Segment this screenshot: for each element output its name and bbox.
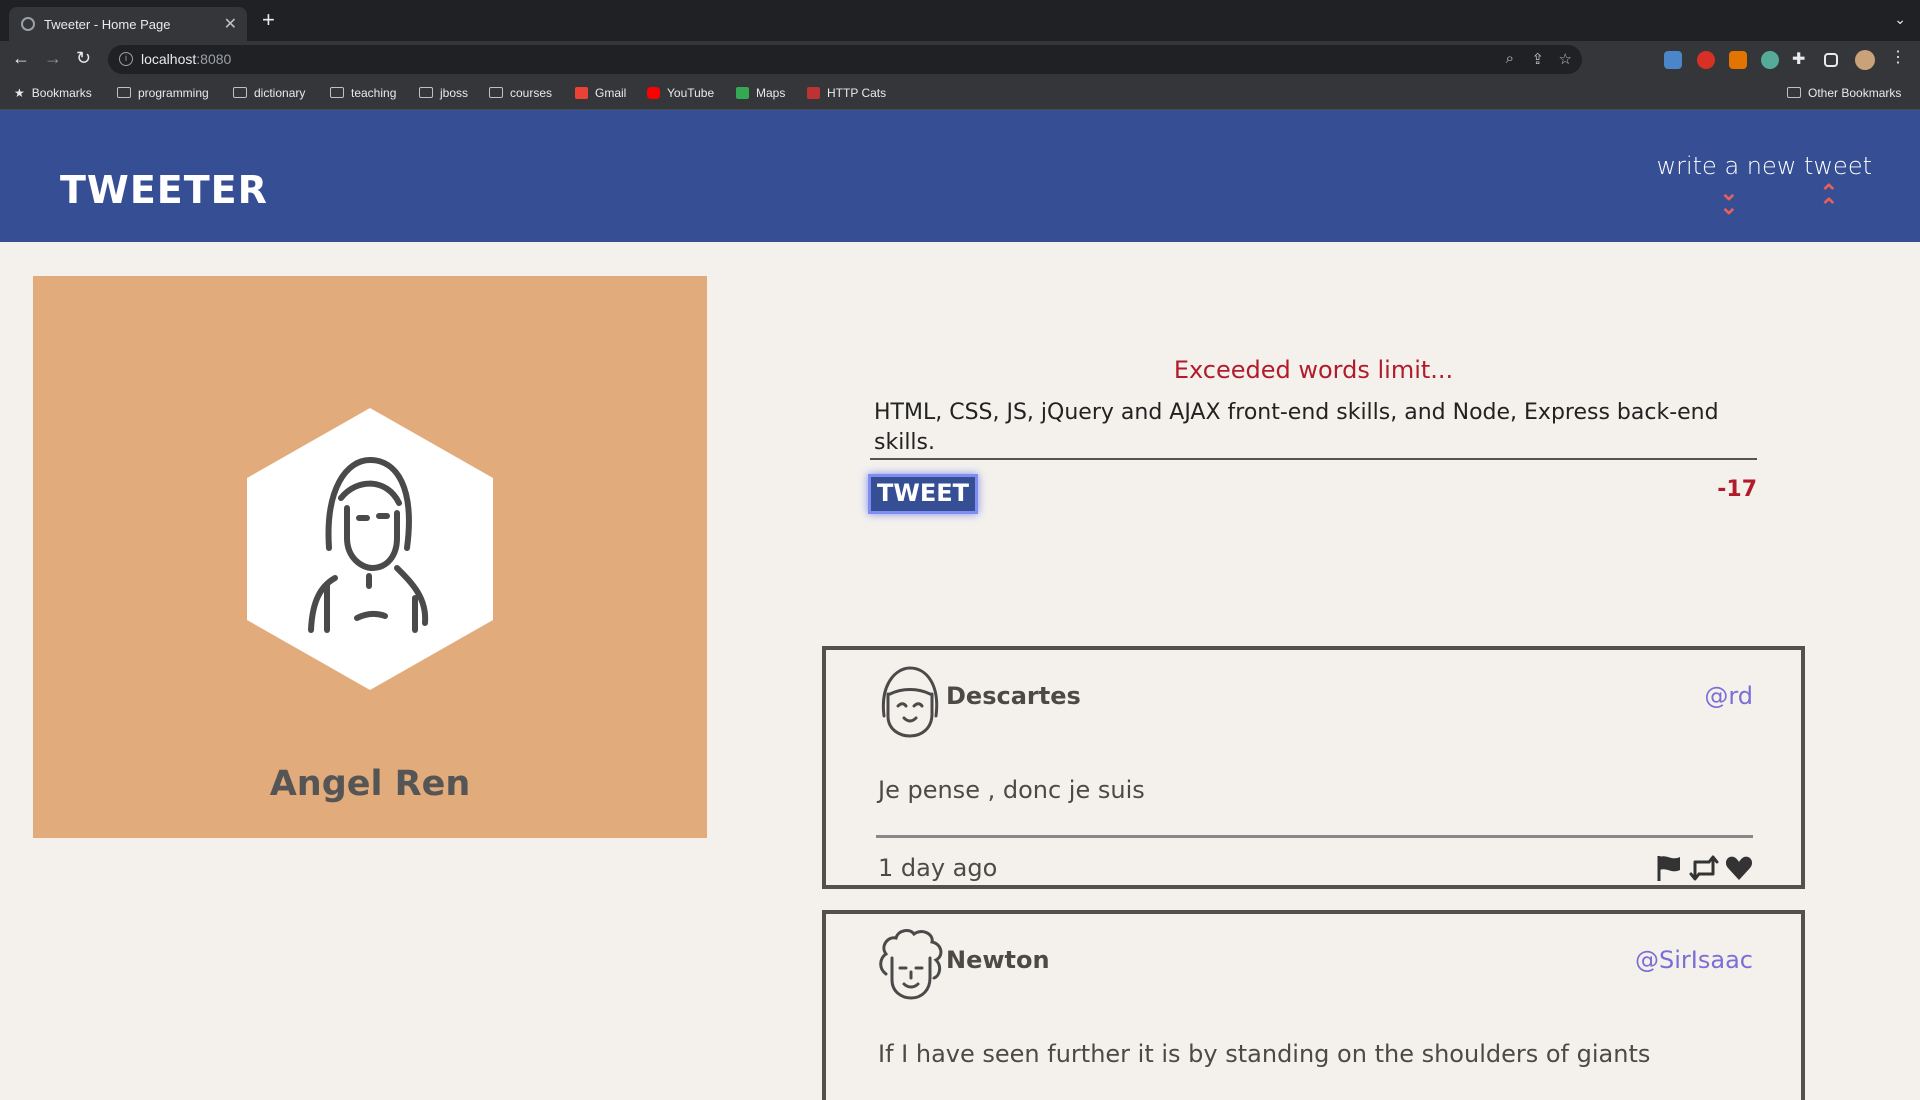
tab-title: Tweeter - Home Page <box>44 17 171 32</box>
chevron-up-icon[interactable]: ⌃ ⌃ <box>1820 182 1838 218</box>
bookmark-item[interactable]: YouTube <box>647 86 714 100</box>
bookmark-label: teaching <box>351 86 397 100</box>
newton-avatar-icon <box>879 929 943 1000</box>
share-icon[interactable]: ⇪ <box>1531 50 1544 68</box>
url-port: :8080 <box>196 51 232 67</box>
chevron-down-icon[interactable]: ⌄ ⌄ <box>1720 182 1738 218</box>
descartes-avatar-icon <box>881 666 939 738</box>
url-text[interactable]: localhost:8080 <box>141 51 231 67</box>
url-host: localhost <box>141 51 197 67</box>
profile-avatar <box>247 408 493 690</box>
error-message: Exceeded words limit... <box>1173 356 1454 384</box>
tab-strip: Tweeter - Home Page ✕ + ⌄ <box>0 0 1920 41</box>
puzzle-icon[interactable]: ✚ <box>1792 49 1810 68</box>
bookmark-label: programming <box>138 86 209 100</box>
zoom-icon[interactable]: ⌕ <box>1506 50 1514 67</box>
tweet-timestamp: 1 day ago <box>878 854 998 882</box>
close-tab-icon[interactable]: ✕ <box>224 14 237 34</box>
tweet-textarea[interactable]: This repository is the forked and cloned… <box>870 400 1757 460</box>
other-bookmarks[interactable]: Other Bookmarks <box>1787 86 1901 100</box>
character-counter: -17 <box>1717 477 1757 502</box>
site-header: TWEETER write a new tweet ⌄ ⌄ ⌃ ⌃ <box>0 110 1920 242</box>
http-cats-icon <box>807 87 820 99</box>
bookmark-folder[interactable]: dictionary <box>233 86 305 100</box>
back-icon[interactable]: ← <box>12 48 30 68</box>
bookmark-label: HTTP Cats <box>827 86 887 100</box>
bookmark-label: jboss <box>440 86 469 100</box>
folder-icon <box>419 87 433 98</box>
bookmark-label: YouTube <box>667 86 715 100</box>
maps-icon <box>736 87 749 99</box>
extension-off-icon[interactable] <box>1664 51 1682 69</box>
bookmark-label: Gmail <box>595 86 627 100</box>
heart-icon[interactable] <box>1725 854 1753 882</box>
profile-avatar-icon[interactable] <box>1855 50 1875 70</box>
bookmark-item[interactable]: HTTP Cats <box>807 86 886 100</box>
bookmark-item[interactable]: ★ Bookmarks <box>14 86 92 100</box>
folder-icon <box>117 87 131 98</box>
extension-globe-icon[interactable] <box>1761 51 1779 69</box>
bookmark-folder[interactable]: jboss <box>419 86 468 100</box>
youtube-icon <box>647 87 660 99</box>
bookmark-item[interactable]: Gmail <box>575 86 626 100</box>
tweet-card: Newton @SirIsaac If I have seen further … <box>822 910 1805 1100</box>
address-bar[interactable]: i localhost:8080 ⌕ ⇪ ☆ <box>108 45 1582 74</box>
profile-card: Angel Ren <box>33 276 707 838</box>
tweet-handle[interactable]: @SirIsaac <box>1635 946 1753 974</box>
browser-toolbar: ← → ↻ i localhost:8080 ⌕ ⇪ ☆ ✚ ⋮ <box>0 41 1920 77</box>
tab-search-icon[interactable]: ⌄ <box>1894 11 1906 28</box>
bookmark-folder[interactable]: teaching <box>330 86 396 100</box>
bookmark-label: Maps <box>756 86 786 100</box>
side-panel-icon[interactable] <box>1824 53 1838 67</box>
bookmark-folder[interactable]: courses <box>489 86 552 100</box>
new-tab-button[interactable]: + <box>262 9 275 31</box>
reload-icon[interactable]: ↻ <box>76 48 91 68</box>
brand-logo[interactable]: TWEETER <box>60 168 268 212</box>
forward-icon[interactable]: → <box>44 48 62 68</box>
tweet-card: Descartes @rd Je pense , donc je suis 1 … <box>822 646 1805 889</box>
tweet-actions <box>1655 854 1753 882</box>
profile-name: Angel Ren <box>269 764 471 804</box>
bookmark-star-icon[interactable]: ☆ <box>1559 50 1572 68</box>
tweet-author-name: Descartes <box>946 682 1081 710</box>
globe-icon <box>21 17 35 31</box>
site-info-icon[interactable]: i <box>119 52 133 66</box>
folder-icon <box>489 87 503 98</box>
folder-icon <box>1787 87 1801 98</box>
bookmark-label: dictionary <box>254 86 306 100</box>
tweet-body: If I have seen further it is by standing… <box>878 1040 1651 1068</box>
star-icon: ★ <box>14 86 25 100</box>
folder-icon <box>233 87 247 98</box>
tweet-body: Je pense , donc je suis <box>878 776 1145 804</box>
retweet-icon[interactable] <box>1689 854 1719 882</box>
tweet-submit-button[interactable]: TWEET <box>868 474 978 514</box>
flag-icon[interactable] <box>1655 854 1683 882</box>
tweet-author-name: Newton <box>946 946 1050 974</box>
gmail-icon <box>575 87 588 99</box>
tweet-handle[interactable]: @rd <box>1704 682 1753 710</box>
bookmark-label: courses <box>510 86 553 100</box>
menu-kebab-icon[interactable]: ⋮ <box>1890 47 1908 66</box>
bookmark-folder[interactable]: programming <box>117 86 209 100</box>
bookmark-label: Other Bookmarks <box>1808 86 1902 100</box>
tweet-divider <box>876 835 1753 838</box>
adblock-icon[interactable] <box>1697 51 1715 69</box>
folder-icon <box>330 87 344 98</box>
hexagon-frame <box>247 408 493 690</box>
bookmarks-bar: ★ Bookmarks programming dictionary teachi… <box>0 77 1920 110</box>
tweet-text: This repository is the forked and cloned… <box>874 400 1719 455</box>
page: TWEETER write a new tweet ⌄ ⌄ ⌃ ⌃ Angel Re… <box>0 110 1920 1100</box>
extension-orange-icon[interactable] <box>1729 51 1747 69</box>
bookmark-label: Bookmarks <box>31 86 92 100</box>
browser-tab[interactable]: Tweeter - Home Page ✕ <box>9 7 247 41</box>
bookmark-item[interactable]: Maps <box>736 86 785 100</box>
write-new-tweet-link[interactable]: write a new tweet <box>1656 152 1872 180</box>
